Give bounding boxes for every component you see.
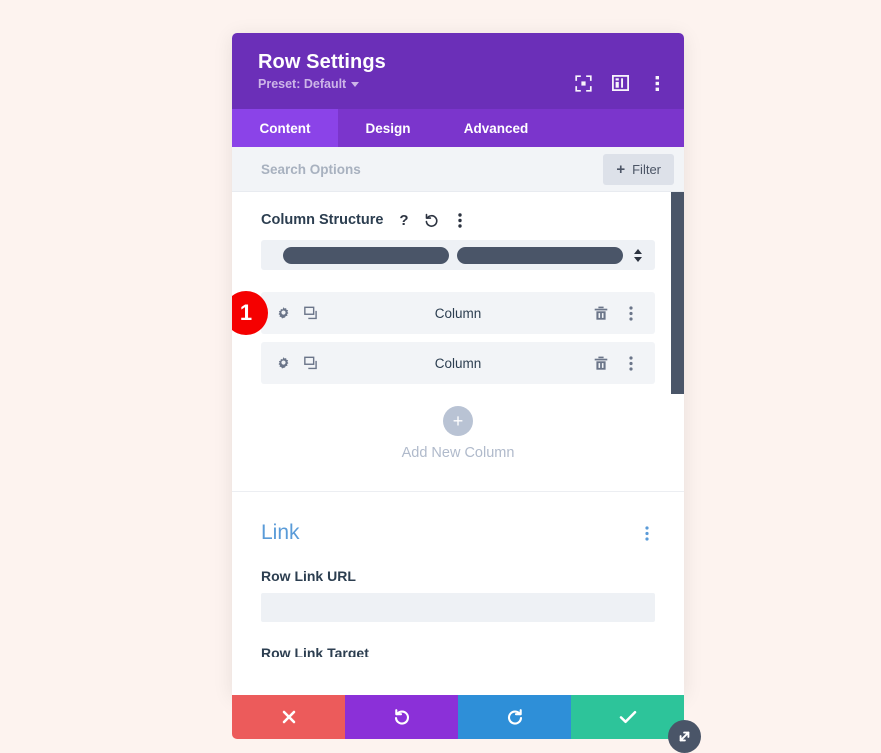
plus-icon: + [443, 406, 473, 436]
tab-design[interactable]: Design [338, 109, 438, 147]
settings-scroll-area: Column Structure ? 1 Column Column + Add… [232, 192, 684, 657]
link-section: Link Row Link URL Row Link Target [232, 492, 684, 657]
header-icon-group [574, 74, 666, 92]
kebab-menu-icon[interactable] [452, 212, 467, 228]
redo-button[interactable] [458, 695, 571, 739]
trash-icon[interactable] [593, 305, 609, 321]
table-row[interactable]: Column [261, 342, 655, 384]
column-structure-section: Column Structure ? 1 Column Column + Add… [232, 192, 684, 491]
close-icon [282, 710, 295, 724]
row-left-actions [275, 355, 319, 371]
row-link-url-label: Row Link URL [261, 568, 356, 584]
filter-button[interactable]: + Filter [603, 154, 674, 185]
column-structure-header: Column Structure ? [261, 192, 655, 228]
focus-target-icon[interactable] [574, 74, 592, 92]
kebab-menu-icon[interactable] [623, 355, 639, 371]
column-structure-selector[interactable] [261, 240, 655, 270]
row-right-actions [593, 305, 639, 321]
column-preview-bar [457, 246, 623, 264]
kebab-menu-icon[interactable] [623, 305, 639, 321]
preset-label: Preset: Default [258, 77, 347, 91]
layout-panel-icon[interactable] [611, 74, 629, 92]
column-structure-label: Column Structure [261, 212, 384, 228]
stepper-icon[interactable] [629, 248, 647, 262]
filter-label: Filter [632, 162, 661, 177]
chevron-down-icon [351, 81, 360, 87]
link-section-title: Link [261, 521, 300, 544]
check-icon [619, 710, 636, 724]
modal-header: Row Settings Preset: Default [232, 33, 684, 109]
add-new-column-label: Add New Column [401, 445, 515, 461]
tab-content[interactable]: Content [232, 109, 338, 147]
duplicate-icon[interactable] [303, 355, 319, 371]
undo-button[interactable] [345, 695, 458, 739]
plus-icon: + [616, 161, 626, 178]
scrollbar-thumb[interactable] [671, 192, 684, 394]
undo-icon [394, 709, 409, 725]
scrollbar[interactable] [671, 192, 684, 657]
cancel-button[interactable] [232, 695, 345, 739]
search-bar: + Filter [232, 147, 684, 192]
gear-icon[interactable] [275, 355, 291, 371]
column-structure-icons: ? [396, 213, 467, 228]
column-structure-preview [283, 246, 623, 264]
column-list: 1 Column Column [232, 291, 655, 384]
trash-icon[interactable] [593, 355, 609, 371]
row-right-actions [593, 355, 639, 371]
row-link-target-label: Row Link Target [261, 645, 369, 657]
row-settings-modal: Row Settings Preset: Default Content Des… [232, 33, 701, 753]
chevron-up-icon [634, 248, 642, 254]
action-bar [232, 695, 684, 739]
row-left-actions [275, 305, 319, 321]
kebab-menu-icon[interactable] [639, 525, 655, 541]
reset-icon[interactable] [424, 213, 439, 228]
kebab-menu-icon[interactable] [648, 74, 666, 92]
redo-icon [507, 709, 522, 725]
column-preview-bar [283, 246, 449, 264]
duplicate-icon[interactable] [303, 305, 319, 321]
gear-icon[interactable] [275, 305, 291, 321]
page-title: Row Settings [258, 51, 386, 73]
step-badge: 1 [232, 291, 268, 335]
table-row[interactable]: 1 Column [232, 291, 655, 335]
link-section-header: Link [261, 492, 655, 545]
search-input[interactable] [261, 161, 591, 177]
help-icon[interactable]: ? [396, 213, 411, 228]
resize-diagonal-icon [679, 731, 690, 742]
add-new-column-button[interactable]: + Add New Column [261, 406, 655, 491]
tab-bar: Content Design Advanced [232, 109, 684, 147]
row-link-url-input[interactable] [261, 593, 655, 622]
chevron-down-icon [634, 256, 642, 262]
save-button[interactable] [571, 695, 684, 739]
tab-advanced[interactable]: Advanced [438, 109, 554, 147]
